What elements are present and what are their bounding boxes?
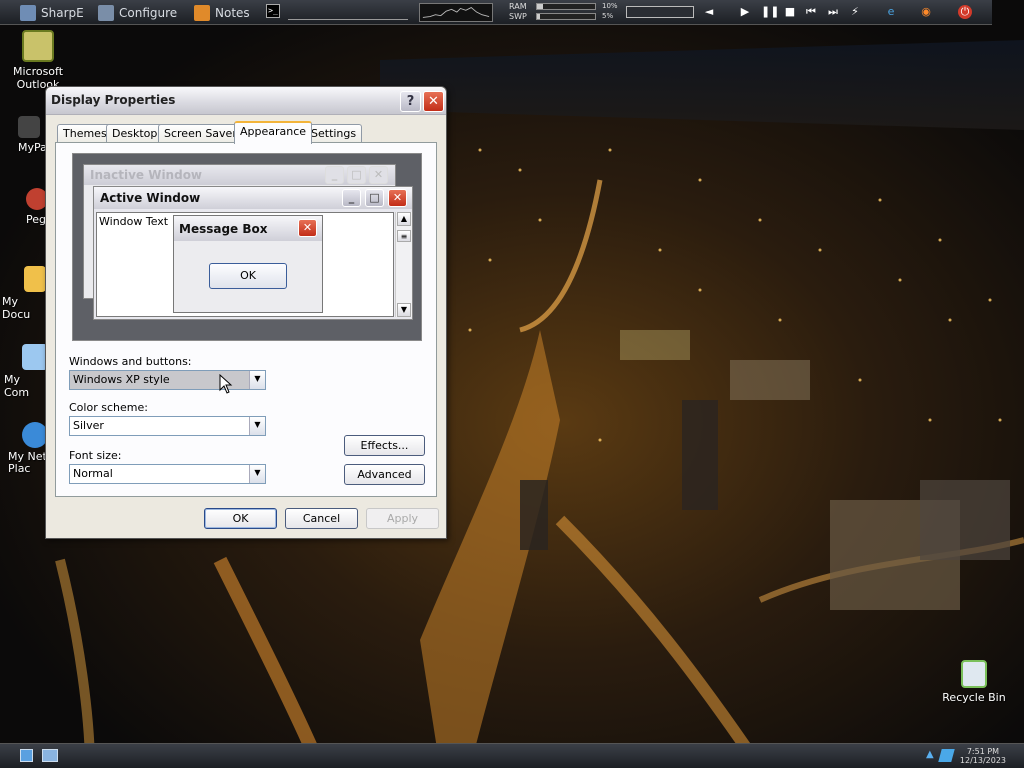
color-scheme-select[interactable]: Silver ▼ [69, 416, 266, 436]
title-bar[interactable]: Display Properties ? ✕ [46, 87, 446, 115]
maximize-icon: □ [365, 189, 384, 207]
terminal-icon[interactable]: >_ [266, 4, 280, 18]
browser-icon[interactable]: e [884, 5, 898, 19]
chevron-down-icon[interactable]: ▼ [249, 465, 265, 483]
close-icon: ✕ [388, 189, 407, 207]
help-button[interactable]: ? [400, 91, 421, 112]
topbar-item-sharpe[interactable]: SharpE [20, 3, 84, 22]
top-panel: SharpE Configure Notes >_ RAM SWP 10% 5%… [0, 0, 992, 25]
window-title: Display Properties [51, 93, 176, 107]
prev-icon[interactable]: ⏮ [804, 5, 818, 19]
desktop-icon-label: MyPa [18, 141, 47, 154]
font-size-select[interactable]: Normal ▼ [69, 464, 266, 484]
advanced-button[interactable]: Advanced [344, 464, 425, 485]
tab-settings[interactable]: Settings [305, 124, 363, 143]
windows-buttons-label: Windows and buttons: [69, 355, 192, 368]
show-desktop-icon[interactable] [20, 749, 33, 762]
preview-ok-button: OK [209, 263, 287, 289]
network-icon[interactable]: ⚡ [848, 5, 862, 19]
preview-window-text: Window Text [99, 215, 169, 228]
scroll-up-icon: ▲ [397, 212, 411, 226]
desktop-icon-label: Recycle Bin [942, 691, 1006, 704]
topbar-item-label: Configure [119, 5, 178, 20]
switch-windows-icon[interactable] [42, 749, 58, 762]
windows-buttons-value: Windows XP style [73, 373, 170, 386]
appearance-preview: Inactive Window _ □ ✕ Active Window _ □ … [72, 153, 422, 341]
display-properties-window: Display Properties ? ✕ Themes Desktop Sc… [45, 86, 447, 539]
topbar-item-configure[interactable]: Configure [98, 3, 177, 22]
scroll-thumb: ≡ [397, 230, 411, 242]
tab-appearance[interactable]: Appearance [234, 121, 313, 144]
clock-date: 12/13/2023 [959, 756, 1006, 765]
cancel-button[interactable]: Cancel [285, 508, 358, 529]
swp-meter [536, 13, 596, 20]
shortcut-icon [18, 116, 40, 138]
ram-percent: 10% [602, 2, 618, 10]
effects-button[interactable]: Effects... [344, 435, 425, 456]
desktop-icon-my-documents[interactable]: My Docu [2, 266, 46, 321]
desktop-icon-label: My Com [4, 373, 30, 399]
power-icon[interactable]: ⏻ [958, 5, 972, 19]
desktop-icon-label: Peg [26, 213, 46, 226]
clock[interactable]: 7:51 PM 12/13/2023 [960, 747, 1006, 765]
desktop-icon-label: My Docu [2, 295, 31, 321]
desktop-icon-outlook[interactable]: Microsoft Outlook [0, 30, 78, 91]
apply-button[interactable]: Apply [366, 508, 439, 529]
ram-meter [536, 3, 596, 10]
desktop-icon-my-computer[interactable]: My Com [4, 344, 48, 399]
minimize-icon: _ [342, 189, 361, 207]
color-scheme-value: Silver [73, 419, 104, 432]
mouse-cursor-icon [219, 374, 233, 394]
font-size-label: Font size: [69, 449, 122, 462]
ok-button[interactable]: OK [204, 508, 277, 529]
topbar-item-label: SharpE [41, 5, 84, 20]
desktop-icon-my-network[interactable]: My Net Plac [8, 422, 48, 475]
scroll-down-icon: ▼ [397, 303, 411, 317]
recycle-bin-icon [961, 660, 987, 688]
topbar-item-notes[interactable]: Notes [194, 3, 250, 22]
media-progress-bar[interactable] [626, 6, 694, 18]
minimize-icon: _ [325, 166, 344, 184]
ram-label: RAM [509, 2, 527, 11]
swp-percent: 5% [602, 12, 614, 20]
notes-icon [194, 4, 210, 21]
close-icon: ✕ [298, 219, 317, 237]
cpu-graph [419, 3, 493, 22]
maximize-icon: □ [347, 166, 366, 184]
desktop-icon-recycle-bin[interactable]: Recycle Bin [934, 660, 1014, 704]
volume-icon[interactable]: ◄ [702, 5, 716, 19]
appearance-panel: Inactive Window _ □ ✕ Active Window _ □ … [55, 142, 437, 497]
swp-meter-fill [537, 14, 540, 19]
next-icon[interactable]: ⏭ [826, 5, 840, 19]
swp-label: SWP [509, 12, 527, 21]
topbar-item-label: Notes [215, 5, 250, 20]
color-scheme-label: Color scheme: [69, 401, 148, 414]
play-icon[interactable]: ▶ [738, 5, 752, 19]
command-line[interactable] [288, 19, 408, 20]
font-size-value: Normal [73, 467, 113, 480]
tray-arrow-icon[interactable]: ▲ [926, 749, 934, 760]
chevron-down-icon[interactable]: ▼ [249, 417, 265, 435]
tab-themes[interactable]: Themes [57, 124, 113, 143]
outlook-icon [22, 30, 54, 62]
chevron-down-icon[interactable]: ▼ [249, 371, 265, 389]
folder-icon [24, 266, 46, 292]
tab-desktop[interactable]: Desktop [106, 124, 164, 143]
preview-scrollbar: ▲ ≡ ▼ [395, 212, 412, 317]
close-icon: ✕ [369, 166, 388, 184]
windows-buttons-select[interactable]: Windows XP style ▼ [69, 370, 266, 390]
preview-message-box: Message Box ✕ OK [173, 215, 323, 313]
taskbar: ▲ 7:51 PM 12/13/2023 [0, 743, 1024, 768]
tab-screen-saver[interactable]: Screen Saver [158, 124, 243, 143]
stop-icon[interactable]: ■ [783, 5, 797, 19]
desktop-icon-label: My Net Plac [8, 450, 47, 475]
close-button[interactable]: ✕ [423, 91, 444, 112]
ram-meter-fill [537, 4, 543, 9]
media-player-icon[interactable]: ◉ [919, 5, 933, 19]
tray-app-icon[interactable] [938, 749, 955, 762]
sharpe-icon [20, 4, 36, 21]
clock-time: 7:51 PM [966, 747, 1000, 756]
pause-icon[interactable]: ❚❚ [761, 5, 779, 19]
configure-icon [98, 4, 114, 21]
